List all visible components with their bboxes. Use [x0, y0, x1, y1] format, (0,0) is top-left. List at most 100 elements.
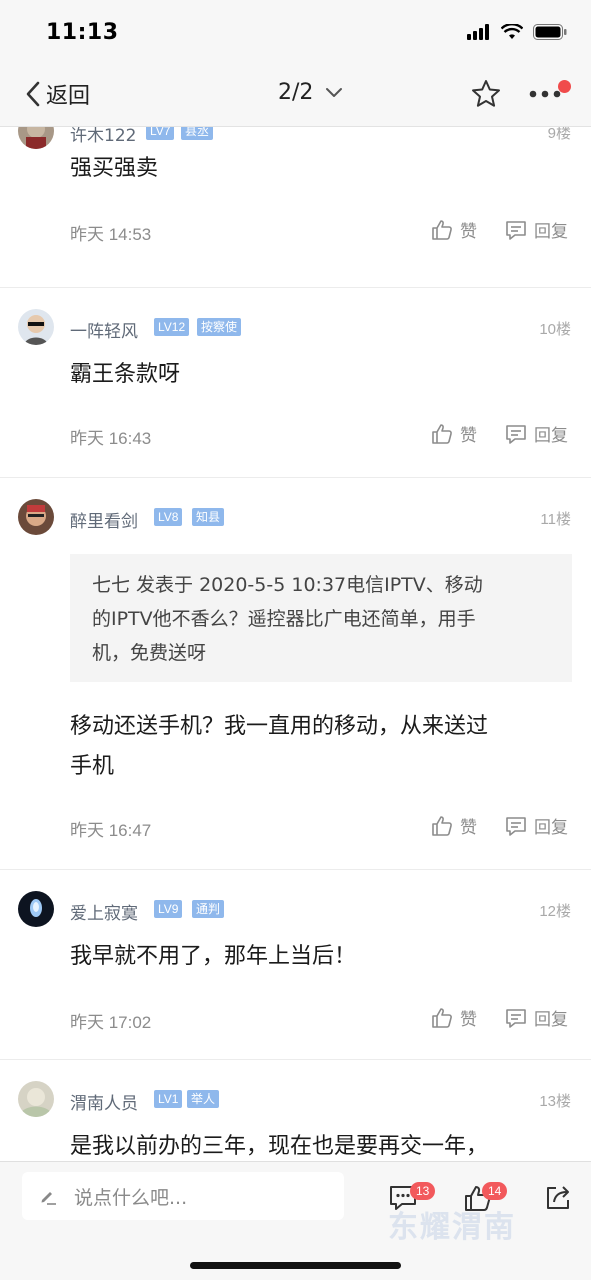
like-label: 赞 [460, 426, 477, 446]
status-time: 11:13 [46, 20, 119, 45]
reply-label: 回复 [534, 1010, 568, 1030]
quote-box: 七七 发表于 2020-5-5 10:37电信IPTV、移动 的IPTV他不香么… [70, 554, 572, 682]
thumbs-up-icon [432, 219, 452, 240]
level-badge: LV9 [154, 900, 183, 918]
status-bar: 11:13 [0, 0, 591, 64]
reply-item: 渭南人员 LV1 举人 13楼 是我以前办的三年，现在也是要再交一年， [0, 1081, 591, 1161]
comment-icon [506, 816, 526, 836]
reply-button[interactable]: 回复 [504, 421, 568, 446]
like-button[interactable]: 赞 [430, 813, 477, 838]
reply-item: 醉里看剑 LV8 知县 11楼 七七 发表于 2020-5-5 10:37电信I… [0, 499, 591, 867]
like-button[interactable]: 赞 [430, 1005, 477, 1030]
floor-number: 13楼 [539, 1093, 571, 1110]
chevron-down-icon [326, 87, 343, 97]
level-badge: LV12 [154, 318, 190, 336]
thumbs-up-icon [432, 423, 452, 444]
page-selector[interactable]: 2/2 [278, 80, 343, 105]
reply-item: 许木122 LV7 县丞 9楼 强买强卖 昨天 14:53 赞 回复 [0, 127, 591, 287]
reply-button[interactable]: 回复 [504, 1005, 568, 1030]
divider [0, 287, 591, 288]
comment-icon [506, 220, 526, 240]
reply-button[interactable]: 回复 [504, 813, 568, 838]
username[interactable]: 爱上寂寞 [70, 899, 138, 924]
thumbs-up-icon [432, 815, 452, 836]
like-button[interactable]: 赞 [430, 217, 477, 242]
comment-icon [506, 424, 526, 444]
title-badge: 按察使 [197, 318, 242, 336]
username[interactable]: 许木122 [70, 127, 136, 146]
avatar[interactable] [18, 891, 54, 927]
title-badge: 通判 [192, 900, 225, 918]
title-badge: 知县 [192, 508, 225, 526]
quote-text: 七七 发表于 2020-5-5 10:37电信IPTV、移动 的IPTV他不香么… [92, 568, 562, 670]
reply-button[interactable]: 回复 [504, 217, 568, 242]
like-count-badge: 14 [482, 1182, 508, 1200]
comment-icon [506, 1008, 526, 1028]
watermark-logo: 东耀渭南 [388, 1210, 516, 1245]
avatar[interactable] [18, 309, 54, 345]
reply-content: 我早就不用了，那年上当后！ [70, 944, 357, 969]
like-button[interactable]: 赞 [430, 421, 477, 446]
share-button[interactable] [543, 1183, 573, 1217]
username[interactable]: 一阵轻风 [70, 317, 138, 342]
more-button[interactable] [528, 78, 562, 114]
home-indicator[interactable] [190, 1262, 401, 1269]
comment-input[interactable]: 说点什么吧... [22, 1172, 344, 1220]
reply-label: 回复 [534, 222, 568, 242]
comment-count-badge: 13 [410, 1182, 436, 1200]
like-label: 赞 [460, 818, 477, 838]
floor-number: 9楼 [547, 127, 571, 142]
level-badge: LV8 [154, 508, 183, 526]
reply-list[interactable]: 许木122 LV7 县丞 9楼 强买强卖 昨天 14:53 赞 回复 一阵轻风 … [0, 127, 591, 1161]
title-badge: 举人 [187, 1090, 220, 1108]
level-badge: LV7 [146, 127, 175, 140]
share-icon [547, 1186, 569, 1209]
title-badge: 县丞 [181, 127, 214, 140]
back-button[interactable]: 返回 [24, 78, 90, 110]
divider [0, 1059, 591, 1060]
pencil-icon [41, 1192, 56, 1205]
reply-content-line: 手机 [70, 754, 115, 779]
avatar[interactable] [18, 127, 54, 149]
reply-content: 移动还送手机？我一直用的移动，从来送过 手机 [70, 707, 570, 787]
username[interactable]: 渭南人员 [70, 1089, 138, 1114]
chevron-left-icon [26, 81, 40, 107]
divider [0, 869, 591, 870]
reply-item: 一阵轻风 LV12 按察使 10楼 霸王条款呀 昨天 16:43 赞 回复 [0, 309, 591, 479]
reply-item: 爱上寂寞 LV9 通判 12楼 我早就不用了，那年上当后！ 昨天 17:02 赞… [0, 891, 591, 1061]
like-label: 赞 [460, 1010, 477, 1030]
nav-bar: 返回 2/2 [0, 64, 591, 127]
avatar[interactable] [18, 499, 54, 535]
notification-dot [558, 80, 571, 93]
quote-line: 机，免费送呀 [92, 642, 207, 664]
more-dots-icon [529, 90, 561, 98]
reply-time: 昨天 16:47 [70, 821, 152, 840]
signal-icon [467, 24, 489, 40]
favorite-button[interactable] [470, 78, 502, 114]
quote-line: 的IPTV他不香么？遥控器比广电还简单，用手 [92, 608, 476, 630]
username[interactable]: 醉里看剑 [70, 507, 138, 532]
bottom-bar: 说点什么吧... 13 14 东耀渭南 [0, 1161, 591, 1280]
reply-content: 强买强卖 [70, 156, 159, 181]
reply-time: 昨天 14:53 [70, 225, 152, 244]
avatar[interactable] [18, 1081, 54, 1117]
back-label: 返回 [46, 84, 91, 109]
reply-label: 回复 [534, 818, 568, 838]
reply-time: 昨天 16:43 [70, 429, 152, 448]
quote-line: 七七 发表于 2020-5-5 10:37电信IPTV、移动 [92, 574, 483, 596]
battery-icon [533, 24, 567, 40]
status-icons [467, 24, 567, 40]
wifi-icon [501, 24, 523, 39]
floor-number: 12楼 [539, 903, 571, 920]
reply-time: 昨天 17:02 [70, 1013, 152, 1032]
page-number: 2/2 [278, 80, 314, 105]
reply-label: 回复 [534, 426, 568, 446]
reply-content: 霸王条款呀 [70, 362, 181, 387]
floor-number: 11楼 [540, 511, 571, 528]
floor-number: 10楼 [539, 321, 571, 338]
divider [0, 477, 591, 478]
comment-placeholder: 说点什么吧... [74, 1186, 188, 1209]
level-badge: LV1 [154, 1090, 183, 1108]
reply-content: 是我以前办的三年，现在也是要再交一年， [70, 1134, 489, 1159]
reply-content-line: 移动还送手机？我一直用的移动，从来送过 [70, 714, 489, 739]
